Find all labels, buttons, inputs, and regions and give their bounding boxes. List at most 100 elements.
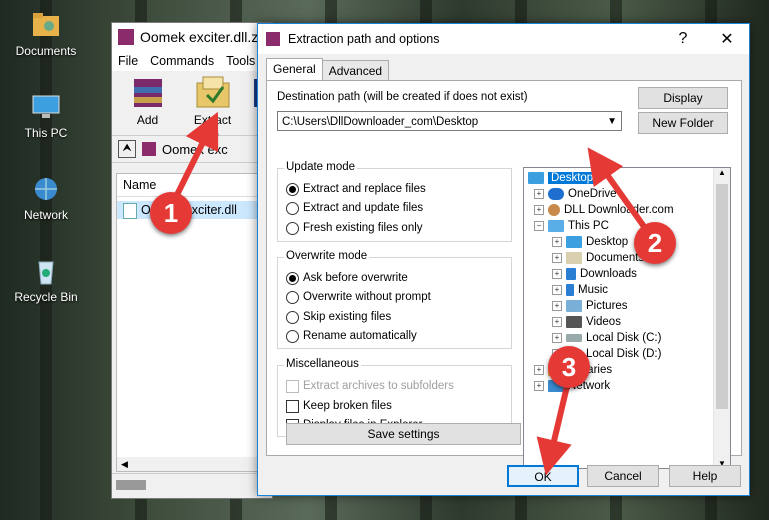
- menu-file[interactable]: File: [118, 54, 138, 68]
- desktop-icon: [566, 236, 582, 248]
- destination-path-combo[interactable]: C:\Users\DllDownloader_com\Desktop ▼: [277, 111, 622, 131]
- chevron-down-icon[interactable]: ▼: [607, 112, 617, 132]
- desktop-icon-recycle-bin[interactable]: Recycle Bin: [8, 256, 84, 304]
- save-settings-button[interactable]: Save settings: [286, 423, 521, 445]
- horizontal-scrollbar[interactable]: ◀: [117, 457, 271, 471]
- overwrite-mode-title: Overwrite mode: [284, 250, 370, 262]
- tree-label: Local Disk (D:): [586, 348, 662, 360]
- tree-item-onedrive[interactable]: + OneDrive: [534, 186, 617, 202]
- radio-icon: [286, 290, 299, 304]
- column-name[interactable]: Name: [117, 174, 271, 197]
- add-button[interactable]: Add: [122, 75, 173, 135]
- help-icon[interactable]: ?: [661, 30, 705, 48]
- radio-icon: [286, 201, 299, 215]
- file-row[interactable]: Oomek exciter.dll: [117, 201, 271, 219]
- tree-item-desktop[interactable]: + Desktop: [552, 234, 628, 250]
- winrar-window: Oomek exciter.dll.zip File Commands Tool…: [111, 22, 273, 499]
- scroll-thumb[interactable]: [716, 184, 728, 409]
- radio-fresh-existing[interactable]: Fresh existing files only: [286, 220, 423, 236]
- tab-general[interactable]: General: [266, 58, 323, 81]
- expand-icon[interactable]: +: [552, 269, 562, 279]
- scroll-up-icon[interactable]: ▲: [714, 168, 730, 177]
- winrar-app-icon: [266, 32, 280, 46]
- folder-tree[interactable]: Desktop + OneDrive + DLL Downloader.com − T…: [523, 167, 731, 469]
- collapse-icon[interactable]: −: [534, 221, 544, 231]
- tree-label: Pictures: [586, 300, 628, 312]
- expand-icon[interactable]: +: [552, 285, 562, 295]
- desktop-icon-this-pc[interactable]: This PC: [8, 92, 84, 140]
- help-button[interactable]: Help: [669, 465, 741, 487]
- folder-icon: [29, 10, 63, 40]
- radio-skip-existing[interactable]: Skip existing files: [286, 309, 391, 325]
- expand-icon[interactable]: +: [534, 365, 544, 375]
- desktop-icon-label: Network: [23, 208, 68, 222]
- menu-tools[interactable]: Tools: [226, 54, 255, 68]
- tree-item-this-pc[interactable]: − This PC: [534, 218, 609, 234]
- tree-item-pictures[interactable]: + Pictures: [552, 298, 628, 314]
- extract-icon: [193, 75, 233, 111]
- tree-item-videos[interactable]: + Videos: [552, 314, 621, 330]
- option-label: Ask before overwrite: [303, 272, 408, 284]
- extract-to-label: Extract To: [193, 113, 232, 141]
- file-list[interactable]: Name Oomek exciter.dll ◀: [116, 173, 272, 472]
- option-label: Keep broken files: [303, 400, 392, 412]
- radio-icon: [286, 271, 299, 285]
- tab-advanced[interactable]: Advanced: [321, 60, 390, 81]
- expand-icon[interactable]: +: [534, 189, 544, 199]
- winrar-title: Oomek exciter.dll.zip: [140, 29, 270, 45]
- tree-label: Desktop: [586, 236, 629, 248]
- expand-icon[interactable]: +: [552, 317, 562, 327]
- tree-label: Videos: [586, 316, 621, 328]
- checkbox-icon: [286, 379, 299, 393]
- tree-scrollbar[interactable]: ▲ ▼: [713, 168, 730, 468]
- expand-icon[interactable]: +: [552, 301, 562, 311]
- close-icon[interactable]: ✕: [705, 29, 749, 49]
- extract-to-button[interactable]: Extract To: [187, 75, 238, 141]
- download-icon: [566, 268, 576, 280]
- expand-icon[interactable]: +: [534, 205, 544, 215]
- checkbox-icon: [286, 399, 299, 413]
- tree-item-documents[interactable]: + Documents: [552, 250, 644, 266]
- radio-ask-before[interactable]: Ask before overwrite: [286, 270, 408, 286]
- archive-path: Oomek exc: [162, 141, 228, 157]
- desktop-icon-label: This PC: [24, 126, 68, 140]
- desktop-icon-label: Documents: [15, 44, 77, 58]
- tree-label: Music: [578, 284, 609, 296]
- radio-overwrite-without[interactable]: Overwrite without prompt: [286, 289, 431, 305]
- expand-icon[interactable]: +: [552, 253, 562, 263]
- overwrite-mode-group: Overwrite mode Ask before overwrite Over…: [277, 250, 512, 349]
- cancel-button[interactable]: Cancel: [587, 465, 659, 487]
- annotation-badge-1: 1: [150, 192, 192, 234]
- expand-icon[interactable]: +: [552, 333, 562, 343]
- dialog-title: Extraction path and options: [288, 32, 440, 46]
- check-keep-broken[interactable]: Keep broken files: [286, 398, 392, 414]
- expand-icon[interactable]: +: [552, 237, 562, 247]
- new-folder-button[interactable]: New Folder: [638, 112, 728, 134]
- dialog-buttons: OK Cancel Help: [258, 465, 749, 487]
- up-folder-icon[interactable]: ⮝: [118, 140, 136, 158]
- tree-item-downloads[interactable]: + Downloads: [552, 266, 637, 282]
- network-icon: [29, 174, 63, 204]
- tree-item-music[interactable]: + Music: [552, 282, 608, 298]
- desktop-icon-documents[interactable]: Documents: [8, 10, 84, 58]
- music-icon: [566, 284, 574, 296]
- tree-item-user[interactable]: + DLL Downloader.com: [534, 202, 674, 218]
- radio-extract-replace[interactable]: Extract and replace files: [286, 181, 426, 197]
- tree-item-desktop-root[interactable]: Desktop: [528, 170, 597, 186]
- winrar-titlebar: Oomek exciter.dll.zip: [112, 23, 272, 51]
- user-icon: [548, 204, 560, 216]
- desktop-icon: [528, 172, 544, 184]
- radio-rename-auto[interactable]: Rename automatically: [286, 328, 417, 344]
- display-button[interactable]: Display: [638, 87, 728, 109]
- radio-extract-update[interactable]: Extract and update files: [286, 200, 423, 216]
- tree-label: Documents: [586, 252, 645, 264]
- tree-item-local-disk-c[interactable]: + Local Disk (C:): [552, 330, 661, 346]
- option-label: Rename automatically: [303, 330, 417, 342]
- expand-icon[interactable]: +: [534, 381, 544, 391]
- annotation-badge-3: 3: [548, 346, 590, 388]
- desktop-icon-network[interactable]: Network: [8, 174, 84, 222]
- menu-commands[interactable]: Commands: [150, 54, 214, 68]
- radio-icon: [286, 182, 299, 196]
- ok-button[interactable]: OK: [507, 465, 579, 487]
- dialog-tabs: General Advanced: [266, 58, 390, 81]
